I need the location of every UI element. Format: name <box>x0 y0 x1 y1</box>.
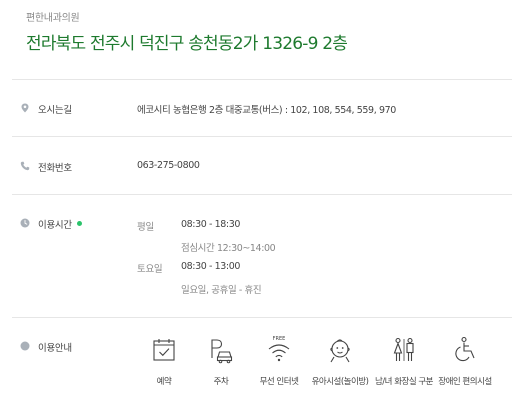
amenity-label: 남/녀 화장실 구분 <box>374 377 434 387</box>
location-pin-icon <box>21 103 29 113</box>
calendar-check-icon <box>153 339 175 361</box>
amenities-label: 이용안내 <box>38 343 72 354</box>
parking-car-icon <box>211 339 233 364</box>
weekday-hours: 08:30 - 18:30 <box>181 219 241 230</box>
divider <box>12 136 512 137</box>
amenity-accessibility: 장애인 편의시설 <box>435 335 495 387</box>
amenity-wifi: FREE 무선 인터넷 <box>249 335 309 387</box>
closed-note: 일요일, 공휴일 - 휴진 <box>181 285 262 296</box>
divider <box>12 194 512 195</box>
weekday-label: 평일 <box>137 222 154 233</box>
saturday-hours: 08:30 - 13:00 <box>181 261 241 272</box>
amenity-parking: 주차 <box>191 335 251 387</box>
wifi-free-badge: FREE <box>273 336 286 342</box>
info-icon <box>20 341 30 351</box>
page-title-address: 전라북도 전주시 덕진구 송천동2가 1326-9 2층 <box>26 34 348 54</box>
amenity-kids-room: 유아시설(놀이방) <box>310 335 370 387</box>
amenity-label: 유아시설(놀이방) <box>311 377 369 387</box>
baby-face-icon <box>330 339 350 363</box>
divider <box>12 317 512 318</box>
amenity-label: 주차 <box>213 377 229 387</box>
hours-label: 이용시간 <box>38 217 82 231</box>
gender-restroom-icon <box>393 337 414 361</box>
place-category: 편한내과의원 <box>26 13 80 24</box>
divider <box>12 79 512 80</box>
amenity-label: 예약 <box>156 377 172 387</box>
saturday-label: 토요일 <box>137 264 163 275</box>
phone-label: 전화번호 <box>38 163 72 174</box>
amenity-label: 장애인 편의시설 <box>438 377 492 387</box>
directions-label: 오시는길 <box>38 105 72 116</box>
clock-icon <box>20 218 30 228</box>
amenity-reservation: 예약 <box>134 335 194 387</box>
amenity-label: 무선 인터넷 <box>259 377 299 387</box>
hours-label-text: 이용시간 <box>38 220 72 231</box>
phone-number-link[interactable]: 063-275-0800 <box>137 160 200 171</box>
phone-icon <box>20 161 30 171</box>
open-status-dot <box>76 221 82 226</box>
wheelchair-icon <box>455 336 475 362</box>
directions-value: 에코시티 농협은행 2층 대중교통(버스) : 102, 108, 554, 5… <box>137 105 396 116</box>
weekday-break: 점심시간 12:30~14:00 <box>181 243 276 254</box>
amenity-restroom: 남/녀 화장실 구분 <box>374 335 434 387</box>
wifi-free-icon: FREE <box>268 336 290 362</box>
